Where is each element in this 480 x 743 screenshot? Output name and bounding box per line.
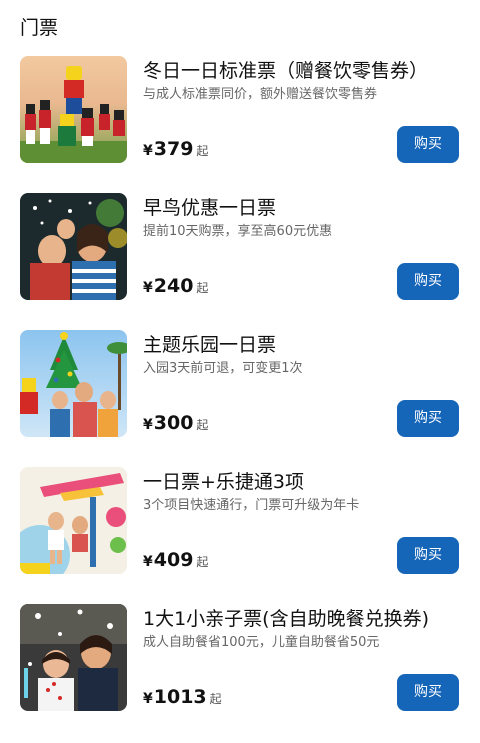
ticket-description: 提前10天购票，享至高60元优惠	[143, 224, 333, 239]
ticket-name: 一日票+乐捷通3项	[143, 471, 305, 493]
price-amount: 379	[153, 138, 194, 160]
ticket-price: ¥ 240 起	[143, 275, 208, 303]
ticket-name: 冬日一日标准票（赠餐饮零售券）	[143, 60, 429, 82]
ticket-item[interactable]: 早鸟优惠一日票 提前10天购票，享至高60元优惠 ¥ 240 起 购买	[0, 193, 480, 330]
ticket-image[interactable]	[20, 56, 127, 163]
ticket-item[interactable]: 主题乐园一日票 入园3天前可退，可变更1次 ¥ 300 起 购买	[0, 330, 480, 467]
price-suffix: 起	[196, 281, 209, 295]
currency-symbol: ¥	[143, 554, 153, 570]
ticket-price: ¥ 379 起	[143, 138, 208, 166]
currency-symbol: ¥	[143, 280, 153, 296]
ticket-name: 1大1小亲子票(含自助晚餐兑换券)	[143, 608, 430, 630]
ticket-name: 主题乐园一日票	[143, 334, 277, 356]
ticket-price: ¥ 1013 起	[143, 686, 222, 714]
ticket-image[interactable]	[20, 467, 127, 574]
ticket-page: 门票 冬日一日标准票（赠餐饮零售券） 与成人标准票同价，额外赠送餐饮零售券 ¥ …	[0, 0, 480, 743]
ticket-price: ¥ 409 起	[143, 549, 208, 577]
price-suffix: 起	[196, 144, 209, 158]
price-amount: 409	[153, 549, 194, 571]
ticket-description: 3个项目快速通行，门票可升级为年卡	[143, 498, 360, 513]
buy-button[interactable]: 购买	[397, 674, 459, 711]
ticket-item[interactable]: 冬日一日标准票（赠餐饮零售券） 与成人标准票同价，额外赠送餐饮零售券 ¥ 379…	[0, 56, 480, 193]
buy-button[interactable]: 购买	[397, 263, 459, 300]
ticket-price: ¥ 300 起	[143, 412, 208, 440]
price-amount: 300	[153, 412, 194, 434]
currency-symbol: ¥	[143, 691, 153, 707]
buy-button[interactable]: 购买	[397, 126, 459, 163]
section-title: 门票	[20, 17, 59, 39]
buy-button[interactable]: 购买	[397, 400, 459, 437]
ticket-description: 与成人标准票同价，额外赠送餐饮零售券	[143, 87, 378, 102]
ticket-description: 入园3天前可退，可变更1次	[143, 361, 303, 376]
price-suffix: 起	[209, 692, 222, 706]
price-suffix: 起	[196, 418, 209, 432]
ticket-image[interactable]	[20, 193, 127, 300]
ticket-description: 成人自助餐省100元，儿童自助餐省50元	[143, 635, 380, 650]
buy-button[interactable]: 购买	[397, 537, 459, 574]
ticket-image[interactable]	[20, 330, 127, 437]
ticket-image[interactable]	[20, 604, 127, 711]
ticket-item[interactable]: 1大1小亲子票(含自助晚餐兑换券) 成人自助餐省100元，儿童自助餐省50元 ¥…	[0, 604, 480, 741]
ticket-item[interactable]: 一日票+乐捷通3项 3个项目快速通行，门票可升级为年卡 ¥ 409 起 购买	[0, 467, 480, 604]
currency-symbol: ¥	[143, 143, 153, 159]
ticket-name: 早鸟优惠一日票	[143, 197, 277, 219]
price-amount: 240	[153, 275, 194, 297]
price-amount: 1013	[153, 686, 207, 708]
ticket-list: 冬日一日标准票（赠餐饮零售券） 与成人标准票同价，额外赠送餐饮零售券 ¥ 379…	[0, 56, 480, 741]
price-suffix: 起	[196, 555, 209, 569]
currency-symbol: ¥	[143, 417, 153, 433]
